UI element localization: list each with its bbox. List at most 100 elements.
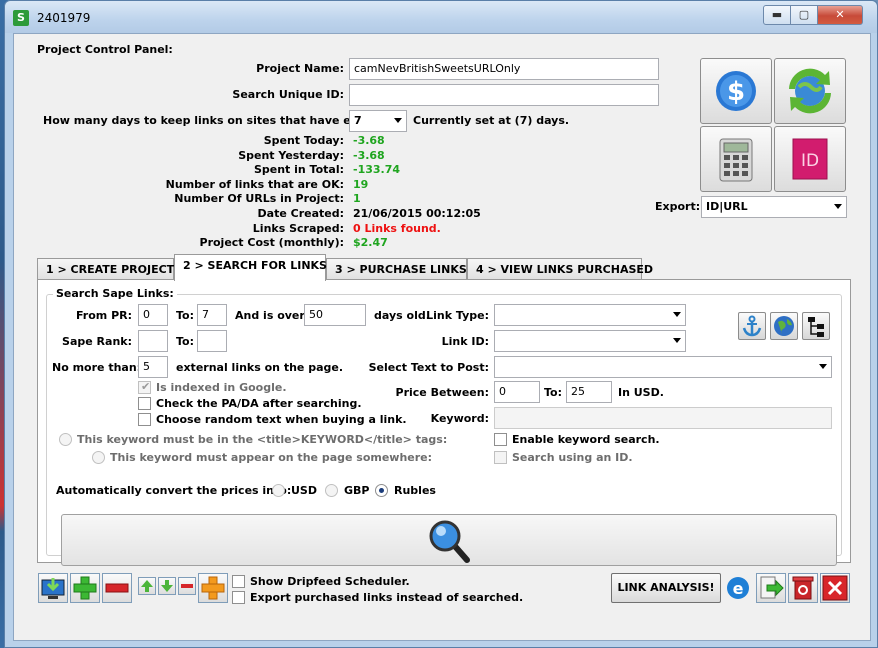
- link-type-label: Link Type:: [426, 309, 489, 322]
- currency-usd-radio[interactable]: [272, 484, 285, 497]
- keyword-input[interactable]: [494, 407, 832, 429]
- stat-label: Links Scraped:: [252, 222, 344, 235]
- dripfeed-checkbox[interactable]: [232, 575, 245, 588]
- red-x-icon: [822, 575, 848, 601]
- sitemap-button[interactable]: [802, 312, 830, 340]
- stat-value: -133.74: [353, 163, 401, 176]
- move-down-button[interactable]: [158, 577, 176, 595]
- search-id-checkbox[interactable]: [494, 451, 507, 464]
- add-button[interactable]: [70, 573, 100, 603]
- client-area: Project Control Panel: Project Name: cam…: [13, 33, 871, 641]
- dollar-button[interactable]: $: [700, 58, 772, 124]
- download-monitor-button[interactable]: [38, 573, 68, 603]
- minus-small-icon: [181, 584, 193, 588]
- export-format-select[interactable]: ID|URL: [701, 196, 847, 218]
- remove-button[interactable]: [102, 573, 132, 603]
- move-up-button[interactable]: [138, 577, 156, 595]
- days-select[interactable]: 7: [349, 110, 407, 132]
- dollar-icon: $: [716, 71, 756, 111]
- svg-text:$: $: [727, 77, 745, 107]
- sape-rank-label: Sape Rank:: [62, 335, 132, 348]
- globe-icon: [774, 316, 794, 336]
- currency-rubles-radio[interactable]: [375, 484, 388, 497]
- calculator-button[interactable]: [700, 126, 772, 192]
- chevron-down-icon: [394, 118, 402, 123]
- days-select-value: 7: [354, 114, 362, 127]
- stat-label: Date Created:: [257, 207, 344, 220]
- browser-button[interactable]: e: [724, 573, 752, 603]
- panel-heading: Project Control Panel:: [37, 43, 173, 56]
- export-label: Export:: [655, 200, 701, 213]
- link-analysis-button[interactable]: LINK ANALYSIS!: [611, 573, 721, 603]
- stat-label: Spent Yesterday:: [238, 149, 344, 162]
- page-somewhere-label: This keyword must appear on the page som…: [110, 451, 433, 464]
- tab-search-for-links[interactable]: 2 > SEARCH FOR LINKS: [174, 254, 327, 281]
- add-orange-button[interactable]: [198, 573, 228, 603]
- select-text-select[interactable]: [494, 356, 832, 378]
- keyword-label: Keyword:: [430, 412, 489, 425]
- export-purchased-label: Export purchased links instead of search…: [250, 591, 524, 604]
- recycle-bin-icon: [792, 576, 814, 600]
- from-pr-label: From PR:: [75, 309, 132, 322]
- indesign-button[interactable]: ID: [774, 126, 846, 192]
- minus-red-icon: [105, 583, 129, 593]
- select-text-label: Select Text to Post:: [368, 361, 489, 374]
- dripfeed-label: Show Dripfeed Scheduler.: [250, 575, 410, 588]
- refresh-globe-button[interactable]: [774, 58, 846, 124]
- chevron-down-icon: [673, 312, 681, 317]
- random-text-label: Choose random text when buying a link.: [156, 413, 407, 426]
- unique-id-input[interactable]: [349, 84, 659, 106]
- days-old-label: days old.: [374, 309, 430, 322]
- arrow-down-icon: [161, 580, 173, 592]
- recycle-button[interactable]: [788, 573, 818, 603]
- stat-value: 21/06/2015 00:12:05: [353, 207, 481, 220]
- close-window-button[interactable]: ✕: [817, 5, 863, 25]
- stat-value: 1: [353, 192, 361, 205]
- from-pr-input[interactable]: 0: [138, 304, 168, 326]
- export-purchased-checkbox[interactable]: [232, 591, 245, 604]
- tab-create-project[interactable]: 1 > CREATE PROJECT: [37, 258, 174, 280]
- title-tag-radio[interactable]: [59, 433, 72, 446]
- maximize-button[interactable]: ▢: [790, 5, 818, 25]
- indexed-label: Is indexed in Google.: [156, 381, 287, 394]
- check-pa-da-checkbox[interactable]: [138, 397, 151, 410]
- tab-view-links-purchased[interactable]: 4 > VIEW LINKS PURCHASED: [467, 258, 653, 280]
- small-remove-button[interactable]: [178, 577, 196, 595]
- page-somewhere-radio[interactable]: [92, 451, 105, 464]
- app-window: S 2401979 ▬ ▢ ✕ Project Control Panel: P…: [4, 0, 878, 648]
- stat-value: -3.68: [353, 134, 385, 147]
- group-title: Search Sape Links:: [53, 287, 177, 300]
- currency-gbp-radio[interactable]: [325, 484, 338, 497]
- minimize-button[interactable]: ▬: [763, 5, 791, 25]
- price-between-label: Price Between:: [395, 386, 489, 399]
- link-id-label: Link ID:: [441, 335, 489, 348]
- stat-label: Spent in Total:: [253, 163, 344, 176]
- internet-explorer-icon: e: [727, 577, 749, 599]
- check-pa-da-label: Check the PA/DA after searching.: [156, 397, 362, 410]
- export-arrow-button[interactable]: [756, 573, 786, 603]
- external-links-input[interactable]: 5: [138, 356, 168, 378]
- price-to-input[interactable]: 25: [566, 381, 612, 403]
- search-button[interactable]: [61, 514, 837, 566]
- calculator-icon: [719, 138, 753, 182]
- to-pr-input[interactable]: 7: [197, 304, 227, 326]
- chevron-down-icon: [834, 204, 842, 209]
- export-arrow-icon: [760, 576, 784, 599]
- link-type-select[interactable]: [494, 304, 686, 326]
- delete-button[interactable]: [820, 573, 850, 603]
- check-icon: ✔: [141, 380, 151, 393]
- anchor-button[interactable]: [738, 312, 766, 340]
- sape-rank-from-input[interactable]: [138, 330, 168, 352]
- days-old-input[interactable]: 50: [304, 304, 366, 326]
- project-name-input[interactable]: camNevBritishSweetsURLOnly: [349, 58, 659, 80]
- price-from-input[interactable]: 0: [494, 381, 540, 403]
- stat-label: Spent Today:: [263, 134, 344, 147]
- enable-keyword-checkbox[interactable]: [494, 433, 507, 446]
- random-text-checkbox[interactable]: [138, 413, 151, 426]
- link-id-select[interactable]: [494, 330, 686, 352]
- sape-rank-to-input[interactable]: [197, 330, 227, 352]
- over-label: And is over:: [235, 309, 310, 322]
- globe-button[interactable]: [770, 312, 798, 340]
- indexed-checkbox[interactable]: ✔: [138, 380, 151, 394]
- tab-purchase-links[interactable]: 3 > PURCHASE LINKS: [326, 258, 467, 280]
